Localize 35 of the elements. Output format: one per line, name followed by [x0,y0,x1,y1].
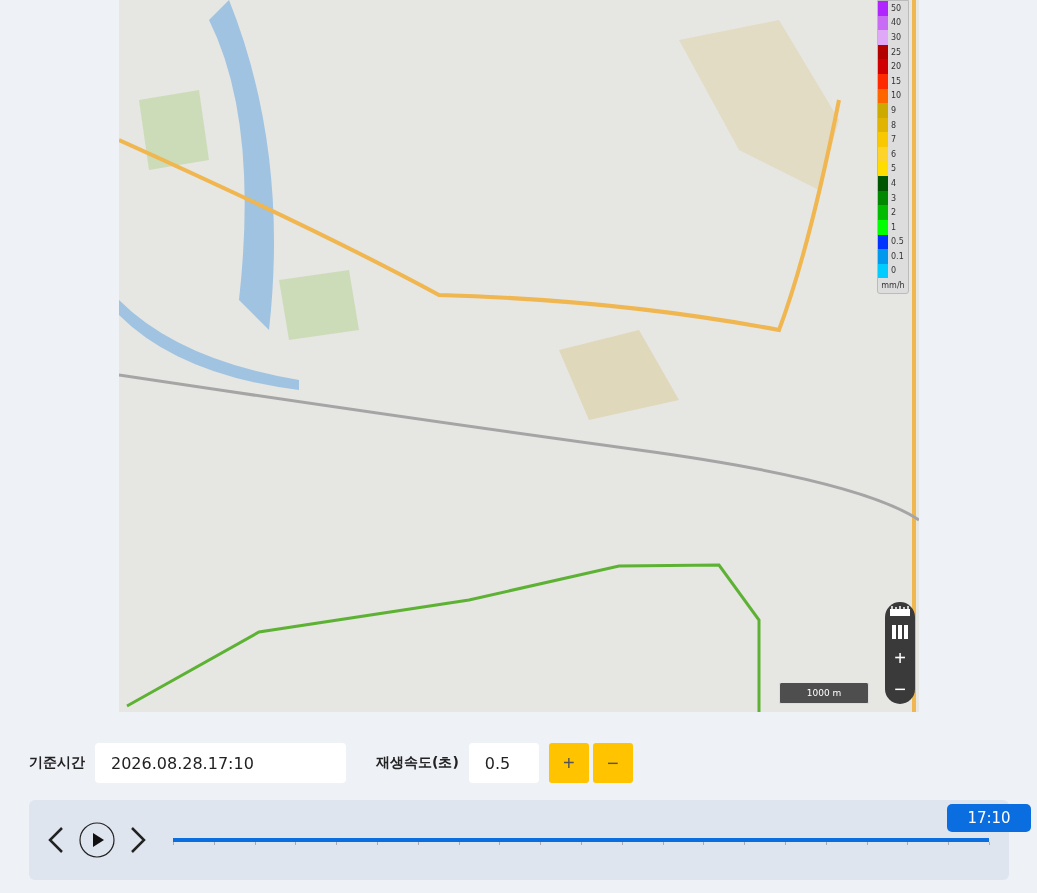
speed-label: 재생속도(초) [376,754,459,772]
legend-label: 2 [891,208,897,218]
zoom-out-button[interactable]: − [887,676,913,701]
legend-label: 20 [891,62,902,72]
legend-label: 3 [891,193,897,203]
legend-label: 0 [891,266,897,276]
speed-field[interactable]: 0.5 [468,743,539,783]
ruler-icon[interactable] [889,605,911,618]
legend-label: 0.5 [891,237,904,247]
base-time-label: 기준시간 [29,754,85,772]
legend-label: 25 [891,47,902,57]
legend-label: 8 [891,120,897,130]
play-button[interactable] [79,822,115,858]
layers-icon[interactable] [891,623,909,640]
legend-label: 10 [891,91,902,101]
legend-label: 9 [891,105,897,115]
legend-label: 6 [891,149,897,159]
legend-label: 40 [891,18,902,28]
legend-label: 15 [891,76,902,86]
base-time-field[interactable]: 2026.08.28.17:10 [95,743,346,783]
legend-label: 4 [891,178,897,188]
zoom-in-button[interactable]: + [887,646,913,671]
legend-label: 0.1 [891,251,904,261]
time-tooltip: 17:10 [947,804,1031,832]
decrease-button[interactable]: − [592,743,633,783]
legend-label: 7 [891,135,897,145]
legend-label: 30 [891,33,902,42]
next-button[interactable] [129,826,147,854]
legend-unit: mm/h [880,281,906,291]
scale-bar: 1000 m [779,683,869,704]
previous-button[interactable] [47,826,65,854]
legend-label: 5 [891,164,897,174]
legend-label: 50 [891,3,902,13]
increase-button[interactable]: + [548,743,589,783]
legend-label: 1 [891,222,897,232]
